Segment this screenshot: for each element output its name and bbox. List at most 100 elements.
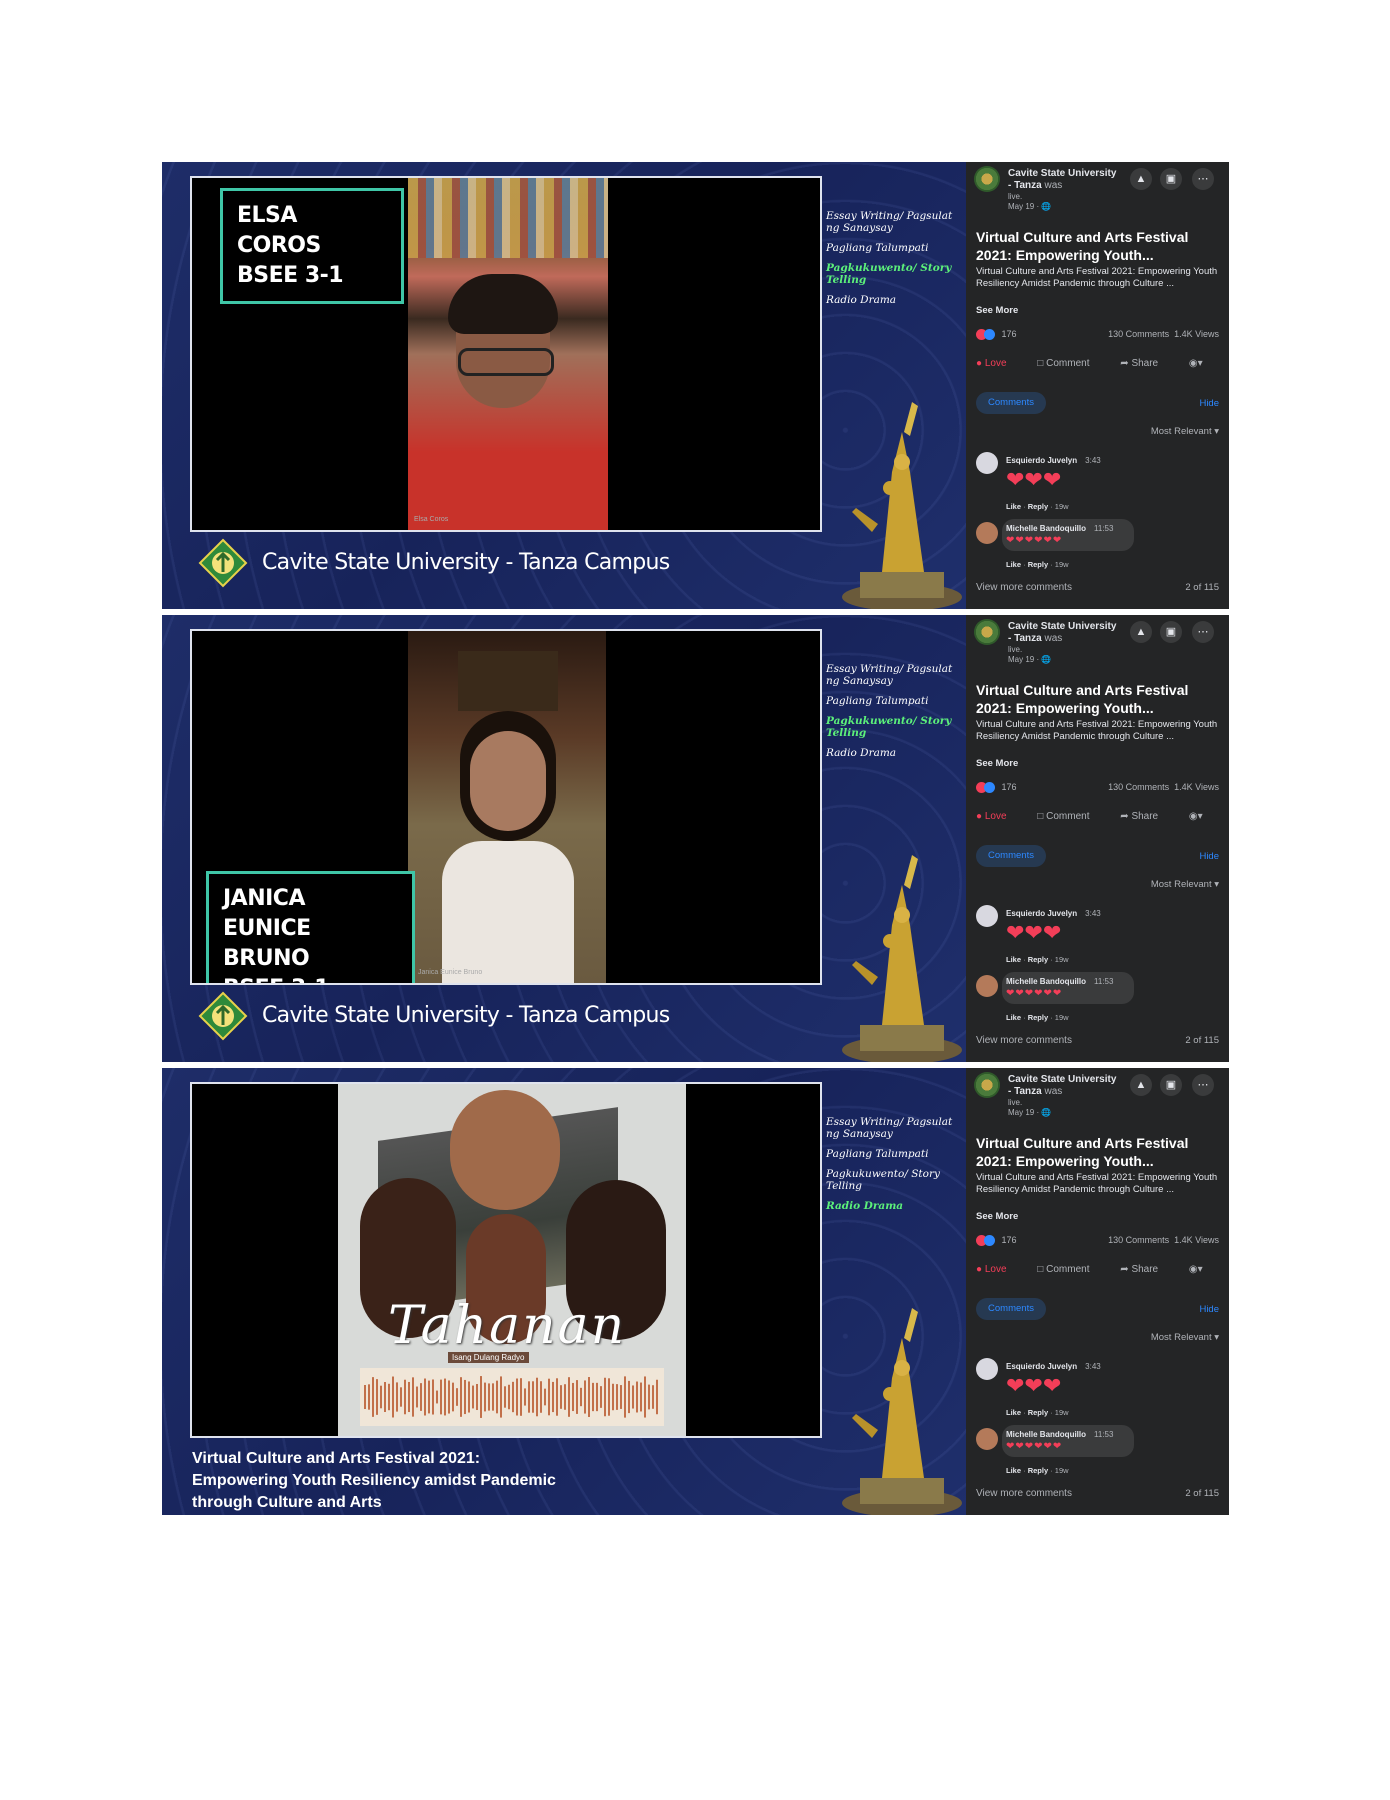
category-radio: Radio Drama <box>826 294 897 306</box>
commenter-avatar[interactable] <box>976 975 998 997</box>
comment-reply-link[interactable]: Reply <box>1028 502 1048 511</box>
hide-button[interactable]: Hide <box>1199 851 1219 862</box>
commenter-name[interactable]: Esquierdo Juvelyn 3:43 <box>1006 909 1101 918</box>
sort-dropdown[interactable]: Most Relevant ▾ <box>1151 426 1219 437</box>
bell-icon[interactable]: ▲ <box>1130 621 1152 643</box>
audience-selector[interactable]: ◉▾ <box>1189 811 1203 822</box>
comment-time: 3:43 <box>1085 1362 1101 1371</box>
commenter-name[interactable]: Esquierdo Juvelyn 3:43 <box>1006 456 1101 465</box>
page-avatar[interactable] <box>974 619 1000 645</box>
comment-reply-link[interactable]: Reply <box>1028 1408 1048 1417</box>
waveform-bar <box>608 1378 610 1416</box>
comment-like-link[interactable]: Like <box>1006 1013 1021 1022</box>
comment-like-link[interactable]: Like <box>1006 502 1021 511</box>
comment-view-counts: 130 Comments 1.4K Views <box>1108 782 1219 792</box>
comments-count[interactable]: 130 Comments <box>1108 1235 1169 1245</box>
statue-icon <box>842 402 962 609</box>
commenter-avatar[interactable] <box>976 522 998 544</box>
comment-pagination: 2 of 115 <box>1185 1488 1219 1499</box>
comment-reply-link[interactable]: Reply <box>1028 560 1048 569</box>
comment-reply-link[interactable]: Reply <box>1028 1013 1048 1022</box>
category-story: Pagkukuwento/ Story Telling <box>826 1168 940 1192</box>
comment-reply-link[interactable]: Reply <box>1028 1466 1048 1475</box>
live-text: live. <box>1008 645 1023 654</box>
view-more-comments[interactable]: View more comments <box>976 582 1072 593</box>
reaction-count[interactable]: 176 <box>1002 1235 1017 1245</box>
commenter-avatar[interactable] <box>976 1428 998 1450</box>
page-name[interactable]: Cavite State University - Tanza was <box>1008 168 1118 192</box>
page-name[interactable]: Cavite State University - Tanza was <box>1008 1074 1118 1098</box>
comment-like-link[interactable]: Like <box>1006 560 1021 569</box>
like-reaction-icon <box>984 329 995 341</box>
participant-name: ELSA COROS <box>237 203 321 258</box>
page-avatar[interactable] <box>974 1072 1000 1098</box>
sort-dropdown[interactable]: Most Relevant ▾ <box>1151 879 1219 890</box>
comment-text: ❤❤❤❤❤❤ <box>1006 1441 1063 1452</box>
audience-selector[interactable]: ◉▾ <box>1189 358 1203 369</box>
reaction-count[interactable]: 176 <box>1002 782 1017 792</box>
commenter-name[interactable]: Michelle Bandoquillo 11:53 <box>1006 524 1113 533</box>
love-button[interactable]: ● Love <box>976 1264 1021 1275</box>
comments-tab[interactable]: Comments <box>976 845 1046 867</box>
reaction-count[interactable]: 176 <box>1002 329 1017 339</box>
audience-selector[interactable]: ◉▾ <box>1189 1264 1203 1275</box>
page-name[interactable]: Cavite State University - Tanza was <box>1008 621 1118 645</box>
comment-label: Comment <box>1046 358 1090 369</box>
post-title: Virtual Culture and Arts Festival 2021: … <box>976 229 1189 263</box>
commenter-avatar[interactable] <box>976 452 998 474</box>
campus-title: Cavite State University - Tanza Campus <box>262 550 670 575</box>
see-more-link[interactable]: See More <box>976 1211 1018 1222</box>
video-feed[interactable]: Elsa Coros ELSA COROS BSEE 3-1 <box>190 176 822 532</box>
commenter-name[interactable]: Esquierdo Juvelyn 3:43 <box>1006 1362 1101 1371</box>
more-icon[interactable]: ⋯ <box>1192 1074 1214 1096</box>
university-logo-icon <box>198 538 248 588</box>
more-icon[interactable]: ⋯ <box>1192 168 1214 190</box>
bell-icon[interactable]: ▲ <box>1130 168 1152 190</box>
comment-time: 11:53 <box>1094 524 1114 533</box>
see-more-link[interactable]: See More <box>976 305 1018 316</box>
post-date: May 19 · 🌐 <box>1008 655 1052 664</box>
video-feed[interactable]: Janica Eunice Bruno JANICA EUNICE BRUNO … <box>190 629 822 985</box>
share-button[interactable]: ➦ Share <box>1120 811 1172 822</box>
video-feed[interactable]: Tahanan Isang Dulang Radyo <box>190 1082 822 1438</box>
waveform-bar <box>384 1382 386 1412</box>
comment-like-link[interactable]: Like <box>1006 955 1021 964</box>
comment-reply-link[interactable]: Reply <box>1028 955 1048 964</box>
commenter-name[interactable]: Michelle Bandoquillo 11:53 <box>1006 977 1113 986</box>
waveform-bar <box>648 1384 650 1410</box>
comments-count[interactable]: 130 Comments <box>1108 329 1169 339</box>
waveform-bar <box>420 1383 422 1411</box>
commenter-name[interactable]: Michelle Bandoquillo 11:53 <box>1006 1430 1113 1439</box>
love-button[interactable]: ● Love <box>976 358 1021 369</box>
hide-button[interactable]: Hide <box>1199 398 1219 409</box>
hide-button[interactable]: Hide <box>1199 1304 1219 1315</box>
comment-button[interactable]: □ Comment <box>1037 811 1103 822</box>
more-icon[interactable]: ⋯ <box>1192 621 1214 643</box>
commenter-avatar[interactable] <box>976 1358 998 1380</box>
waveform-bar <box>396 1382 398 1412</box>
bell-icon[interactable]: ▲ <box>1130 1074 1152 1096</box>
commenter-avatar[interactable] <box>976 905 998 927</box>
comments-tab[interactable]: Comments <box>976 392 1046 414</box>
save-icon[interactable]: ▣ <box>1160 621 1182 643</box>
save-icon[interactable]: ▣ <box>1160 168 1182 190</box>
share-button[interactable]: ➦ Share <box>1120 1264 1172 1275</box>
comment-like-link[interactable]: Like <box>1006 1408 1021 1417</box>
see-more-link[interactable]: See More <box>976 758 1018 769</box>
view-more-comments[interactable]: View more comments <box>976 1488 1072 1499</box>
participant-video <box>408 178 608 530</box>
love-button[interactable]: ● Love <box>976 811 1021 822</box>
comments-tab[interactable]: Comments <box>976 1298 1046 1320</box>
commenter-name-text: Esquierdo Juvelyn <box>1006 1362 1078 1371</box>
waveform-bar <box>552 1381 554 1413</box>
save-icon[interactable]: ▣ <box>1160 1074 1182 1096</box>
comment-button[interactable]: □ Comment <box>1037 1264 1103 1275</box>
comment-like-link[interactable]: Like <box>1006 1466 1021 1475</box>
post-date: May 19 · 🌐 <box>1008 202 1052 211</box>
view-more-comments[interactable]: View more comments <box>976 1035 1072 1046</box>
share-button[interactable]: ➦ Share <box>1120 358 1172 369</box>
sort-dropdown[interactable]: Most Relevant ▾ <box>1151 1332 1219 1343</box>
comments-count[interactable]: 130 Comments <box>1108 782 1169 792</box>
page-avatar[interactable] <box>974 166 1000 192</box>
comment-button[interactable]: □ Comment <box>1037 358 1103 369</box>
